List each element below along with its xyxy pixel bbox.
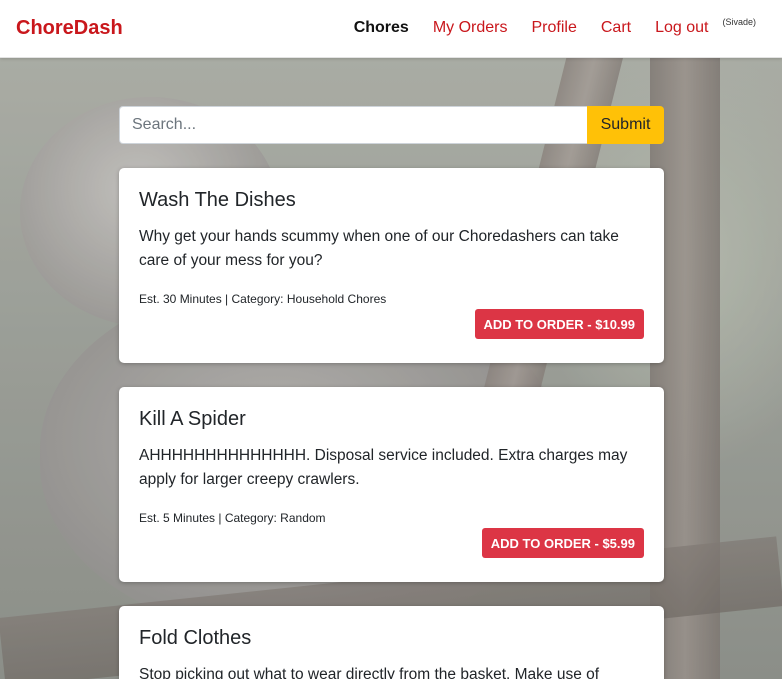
nav-cart[interactable]: Cart <box>601 18 631 38</box>
background-koala-photo <box>0 57 782 679</box>
chore-description: AHHHHHHHHHHHHHH. Disposal service includ… <box>139 447 628 488</box>
chore-card: Kill A Spider AHHHHHHHHHHHHHH. Disposal … <box>119 387 664 582</box>
search-submit-button[interactable]: Submit <box>587 106 664 144</box>
search-input[interactable] <box>119 106 587 144</box>
chore-actions: ADD TO ORDER - $5.99 <box>139 528 644 558</box>
chore-description: Why get your hands scummy when one of ou… <box>139 228 619 269</box>
search-form: Submit <box>119 106 664 144</box>
nav-my-orders[interactable]: My Orders <box>433 18 508 38</box>
nav-chores[interactable]: Chores <box>354 18 409 38</box>
chore-meta: Est. 5 Minutes | Category: Random <box>139 511 326 525</box>
nav-log-out[interactable]: Log out <box>655 18 708 38</box>
chore-title: Wash The Dishes <box>139 189 296 211</box>
chore-actions: ADD TO ORDER - $10.99 <box>139 309 644 339</box>
chore-card: Fold Clothes Stop picking out what to we… <box>119 606 664 679</box>
chore-meta: Est. 30 Minutes | Category: Household Ch… <box>139 292 387 306</box>
chore-title: Fold Clothes <box>139 627 252 649</box>
chore-card: Wash The Dishes Why get your hands scumm… <box>119 168 664 363</box>
add-to-order-button[interactable]: ADD TO ORDER - $10.99 <box>474 309 644 339</box>
nav-links: Chores My Orders Profile Cart Log out (S… <box>354 17 756 38</box>
brand-logo[interactable]: ChoreDash <box>16 16 123 40</box>
nav-username: (Sivade) <box>722 17 756 27</box>
chore-description: Stop picking out what to wear directly f… <box>139 666 600 679</box>
nav-profile[interactable]: Profile <box>532 18 577 38</box>
chore-title: Kill A Spider <box>139 408 246 430</box>
add-to-order-button[interactable]: ADD TO ORDER - $5.99 <box>481 528 644 558</box>
navbar: ChoreDash Chores My Orders Profile Cart … <box>0 0 782 58</box>
